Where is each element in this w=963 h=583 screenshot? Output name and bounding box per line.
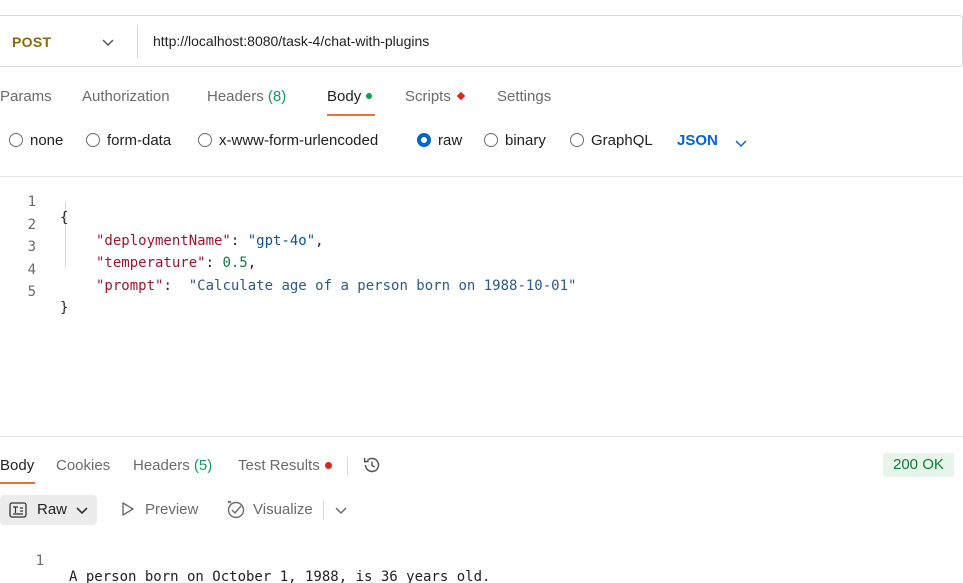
- status-badge[interactable]: 200 OK: [883, 453, 954, 477]
- tab-headers[interactable]: Headers (8): [207, 88, 286, 105]
- chevron-down-icon[interactable]: [334, 503, 348, 517]
- divider: [323, 500, 324, 520]
- code-text: }: [60, 300, 69, 316]
- raw-view-select[interactable]: Raw: [0, 495, 97, 525]
- tab-body-label: Body: [327, 88, 362, 105]
- line-number: 5: [27, 284, 36, 300]
- radio-form-data[interactable]: [86, 133, 100, 147]
- format-select[interactable]: JSON: [677, 132, 718, 149]
- line-number: 1: [35, 553, 44, 569]
- body-type-options: none form-data x-www-form-urlencoded raw…: [0, 130, 963, 154]
- method-select[interactable]: POST: [12, 34, 51, 50]
- history-icon[interactable]: [361, 454, 383, 476]
- preview-button[interactable]: Preview: [145, 501, 198, 518]
- editor-line: 3 "temperature": 0.5,: [0, 223, 963, 271]
- headers-count: (5): [193, 457, 213, 474]
- divider: [0, 176, 963, 177]
- error-dot: [324, 461, 332, 469]
- tab-params[interactable]: Params: [0, 88, 52, 105]
- response-text: A person born on October 1, 1988, is 36 …: [69, 569, 491, 583]
- editor-line: 4 "prompt": "Calculate age of a person b…: [0, 246, 963, 294]
- radio-urlencoded[interactable]: [198, 133, 212, 147]
- visualize-button[interactable]: Visualize: [253, 501, 313, 518]
- radio-raw[interactable]: [417, 133, 431, 147]
- resp-tab-headers-label: Headers: [133, 457, 190, 474]
- raw-text-icon: [9, 502, 27, 518]
- tab-scripts-label: Scripts: [405, 88, 451, 105]
- radio-graphql-label[interactable]: GraphQL: [591, 132, 653, 149]
- modified-dot: [366, 93, 373, 100]
- resp-tab-body[interactable]: Body: [0, 457, 34, 474]
- request-tabs: Params Authorization Headers (8) Body Sc…: [0, 86, 963, 118]
- tab-authorization[interactable]: Authorization: [82, 88, 170, 105]
- radio-graphql[interactable]: [570, 133, 584, 147]
- play-icon: [122, 502, 134, 516]
- chevron-down-icon: [76, 507, 88, 515]
- resp-tab-test-results[interactable]: Test Results: [238, 457, 332, 474]
- divider: [137, 25, 138, 58]
- resp-tab-test-results-label: Test Results: [238, 457, 320, 474]
- radio-binary-label[interactable]: binary: [505, 132, 546, 149]
- divider: [347, 457, 348, 475]
- tab-settings[interactable]: Settings: [497, 88, 551, 105]
- radio-none[interactable]: [9, 133, 23, 147]
- resp-tab-cookies[interactable]: Cookies: [56, 457, 110, 474]
- error-diamond-icon: [456, 91, 466, 101]
- active-tab-indicator: [0, 482, 35, 484]
- editor-line: 2 "deploymentName": "gpt-4o",: [0, 201, 963, 249]
- tab-headers-label: Headers: [207, 88, 264, 105]
- raw-label: Raw: [37, 501, 68, 518]
- radio-urlencoded-label[interactable]: x-www-form-urlencoded: [219, 132, 378, 149]
- tab-scripts[interactable]: Scripts: [405, 88, 466, 105]
- radio-form-data-label[interactable]: form-data: [107, 132, 171, 149]
- tab-body[interactable]: Body: [327, 88, 373, 105]
- visualize-icon: [227, 500, 245, 519]
- radio-raw-label[interactable]: raw: [438, 132, 462, 149]
- editor-line: 1 {: [0, 178, 963, 226]
- url-input[interactable]: http://localhost:8080/task-4/chat-with-p…: [153, 33, 429, 49]
- response-tabs: Body Cookies Headers (5) Test Results: [0, 455, 963, 485]
- divider: [0, 436, 963, 437]
- radio-binary[interactable]: [484, 133, 498, 147]
- headers-count: (8): [267, 88, 287, 105]
- radio-none-label[interactable]: none: [30, 132, 63, 149]
- response-line: 1 A person born on October 1, 1988, is 3…: [0, 537, 963, 583]
- chevron-down-icon[interactable]: [101, 35, 115, 49]
- resp-tab-headers[interactable]: Headers (5): [133, 457, 212, 474]
- url-bar: POST http://localhost:8080/task-4/chat-w…: [0, 15, 963, 67]
- chevron-down-icon[interactable]: [734, 136, 748, 150]
- active-tab-indicator: [327, 114, 375, 116]
- editor-line: 5 }: [0, 268, 963, 316]
